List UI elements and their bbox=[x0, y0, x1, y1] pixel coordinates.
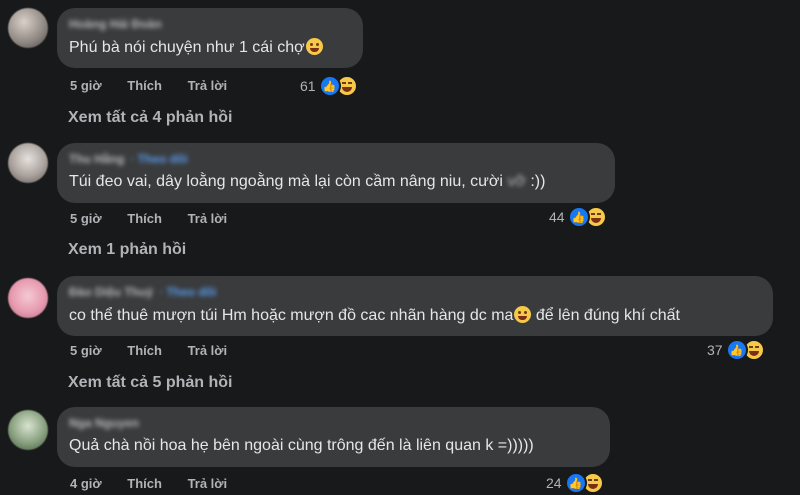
avatar[interactable] bbox=[8, 8, 48, 48]
like-button[interactable]: Thích bbox=[127, 343, 162, 358]
reaction-count: 37 bbox=[707, 342, 723, 358]
see-replies-link[interactable]: Xem 1 phản hồi bbox=[68, 241, 186, 259]
comment-text: Túi đeo vai, dây loằng ngoằng mà lại còn… bbox=[69, 173, 545, 191]
comment-bubble: Nga Nguyen Quả chà nồi hoa hẹ bên ngoài … bbox=[57, 407, 610, 467]
reaction-summary[interactable]: 44 👍 bbox=[549, 205, 607, 229]
comment-text-content: Túi đeo vai, dây loằng ngoằng mà lại còn… bbox=[69, 173, 503, 190]
comment-timestamp[interactable]: 5 giờ bbox=[70, 343, 102, 358]
reaction-count: 24 bbox=[546, 475, 562, 491]
like-reaction-icon: 👍 bbox=[318, 75, 341, 97]
like-button[interactable]: Thích bbox=[127, 78, 162, 93]
comment-bubble: Đào Diệu Thuý · Theo dõi co thể thuê mượn… bbox=[57, 276, 773, 336]
comment-text: Quả chà nồi hoa hẹ bên ngoài cùng trông … bbox=[69, 437, 534, 455]
like-button[interactable]: Thích bbox=[127, 211, 162, 226]
author-name[interactable]: Hoàng Hải Đoàn bbox=[69, 17, 162, 31]
comment-author[interactable]: Hoàng Hải Đoàn bbox=[69, 17, 162, 31]
comment-text: Phú bà nói chuyện như 1 cái chợ bbox=[69, 38, 323, 57]
avatar[interactable] bbox=[8, 410, 48, 450]
comment-text: co thể thuê mượn túi Hm hoặc mượn đồ cac… bbox=[69, 306, 680, 325]
like-button[interactable]: Thích bbox=[127, 476, 162, 491]
follow-link[interactable]: · Theo dõi bbox=[159, 285, 216, 299]
blurred-word: vỡ bbox=[507, 173, 526, 190]
comment-bubble: Hoàng Hải Đoàn Phú bà nói chuyện như 1 c… bbox=[57, 8, 363, 68]
see-replies-link[interactable]: Xem tất cả 4 phản hồi bbox=[68, 109, 232, 127]
comment-timestamp[interactable]: 5 giờ bbox=[70, 78, 102, 93]
author-name[interactable]: Thu Hằng bbox=[69, 152, 124, 166]
reply-button[interactable]: Trả lời bbox=[188, 211, 228, 226]
comment-actions: 5 giờ Thích Trả lời bbox=[70, 211, 249, 226]
comment-author[interactable]: Nga Nguyen bbox=[69, 416, 139, 430]
comment-author[interactable]: Thu Hằng · Theo dõi bbox=[69, 152, 188, 166]
tears-of-joy-emoji-icon bbox=[514, 306, 532, 323]
reply-button[interactable]: Trả lời bbox=[188, 476, 228, 491]
reaction-count: 44 bbox=[549, 209, 565, 225]
reaction-count: 61 bbox=[300, 78, 316, 94]
comment-text-tail: để lên đúng khí chất bbox=[535, 307, 680, 324]
follow-link[interactable]: · Theo dõi bbox=[130, 152, 187, 166]
comment-actions: 4 giờ Thích Trả lời bbox=[70, 476, 249, 491]
rofl-emoji-icon bbox=[305, 38, 323, 55]
like-reaction-icon: 👍 bbox=[564, 472, 587, 494]
comment-bubble: Thu Hằng · Theo dõi Túi đeo vai, dây loằn… bbox=[57, 143, 615, 203]
comment-text-content: Phú bà nói chuyện như 1 cái chợ bbox=[69, 39, 305, 56]
reply-button[interactable]: Trả lời bbox=[188, 78, 228, 93]
reaction-summary[interactable]: 61 👍 bbox=[300, 74, 358, 98]
reaction-summary[interactable]: 37 👍 bbox=[707, 338, 765, 362]
comment-text-tail: :)) bbox=[530, 173, 546, 190]
avatar[interactable] bbox=[8, 278, 48, 318]
comment-text-content: co thể thuê mượn túi Hm hoặc mượn đồ cac… bbox=[69, 307, 514, 324]
comment-author[interactable]: Đào Diệu Thuý · Theo dõi bbox=[69, 285, 216, 299]
comment-text-content: Quả chà nồi hoa hẹ bên ngoài cùng trông … bbox=[69, 437, 534, 454]
comment-actions: 5 giờ Thích Trả lời bbox=[70, 78, 249, 93]
comment-timestamp[interactable]: 4 giờ bbox=[70, 476, 102, 491]
author-name[interactable]: Nga Nguyen bbox=[69, 416, 139, 430]
reaction-summary[interactable]: 24 👍 bbox=[546, 471, 604, 495]
reply-button[interactable]: Trả lời bbox=[188, 343, 228, 358]
comment-timestamp[interactable]: 5 giờ bbox=[70, 211, 102, 226]
author-name[interactable]: Đào Diệu Thuý bbox=[69, 285, 153, 299]
see-replies-link[interactable]: Xem tất cả 5 phản hồi bbox=[68, 374, 232, 392]
avatar[interactable] bbox=[8, 143, 48, 183]
like-reaction-icon: 👍 bbox=[725, 339, 748, 361]
like-reaction-icon: 👍 bbox=[567, 206, 590, 228]
comment-actions: 5 giờ Thích Trả lời bbox=[70, 343, 249, 358]
